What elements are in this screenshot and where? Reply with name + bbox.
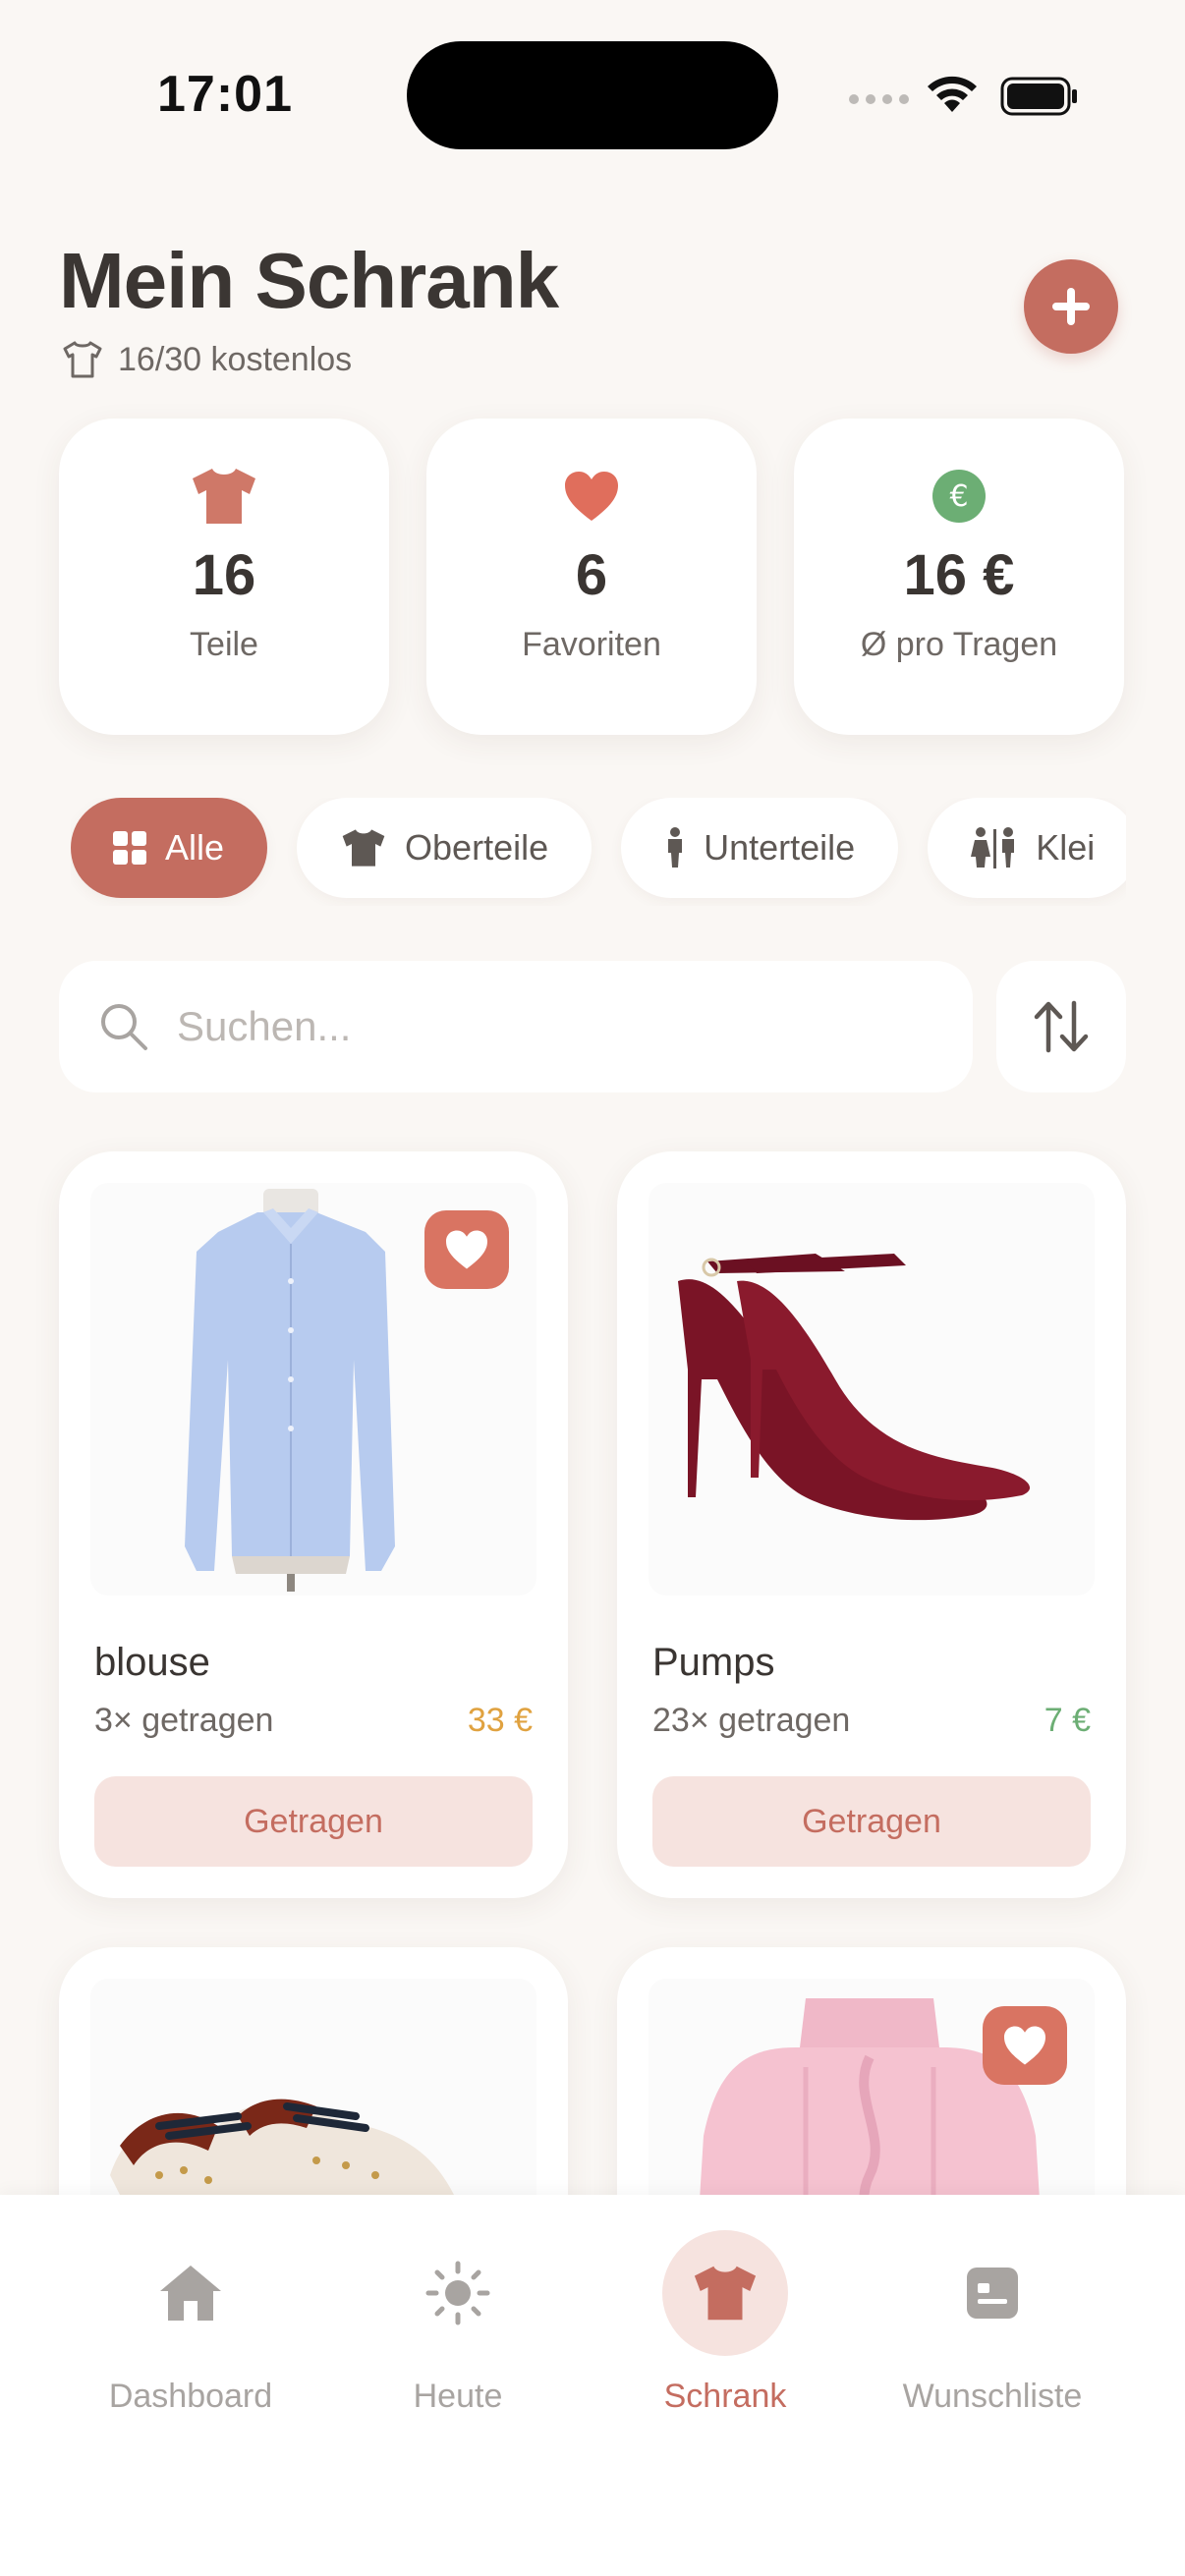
filter-chip-label: Alle	[165, 827, 225, 868]
shirt-icon	[694, 2266, 757, 2321]
shirt-outline-icon	[63, 341, 102, 378]
item-name: blouse	[94, 1641, 210, 1684]
tab-label: Wunschliste	[902, 2378, 1083, 2415]
page-title: Mein Schrank	[59, 237, 559, 324]
person-icon	[668, 827, 683, 868]
stat-card-cost-per-wear: € 16 € Ø pro Tragen	[794, 419, 1124, 735]
wifi-icon	[928, 76, 977, 112]
search-input[interactable]: Suchen...	[59, 961, 973, 1092]
tab-label: Schrank	[663, 2378, 787, 2415]
wear-count: 3× getragen	[94, 1702, 274, 1739]
tab-icon-container	[395, 2230, 521, 2356]
stat-card-items: 16 Teile	[59, 419, 389, 735]
item-name: Pumps	[652, 1641, 775, 1684]
stat-label: Favoriten	[522, 626, 661, 663]
plus-icon	[1052, 288, 1090, 325]
grid-icon	[113, 831, 146, 865]
sun-icon	[425, 2261, 490, 2325]
list-icon	[967, 2268, 1018, 2319]
tab-label: Dashboard	[108, 2378, 273, 2415]
heart-icon	[1004, 2026, 1045, 2065]
stats-row: 16 Teile 6 Favoriten € 16 € Ø pro Tragen	[59, 419, 1126, 735]
search-placeholder: Suchen...	[177, 1003, 352, 1049]
quota-text: 16/30 kostenlos	[118, 340, 353, 378]
tab-label: Heute	[413, 2378, 503, 2415]
stat-value: 16	[192, 543, 256, 607]
home-icon	[160, 2266, 221, 2321]
favorite-badge[interactable]	[983, 2006, 1067, 2085]
item-card[interactable]: blouse 3× getragen 33 € Getragen	[59, 1151, 568, 1898]
wardrobe-quota: 16/30 kostenlos	[61, 340, 352, 379]
search-icon	[101, 1004, 147, 1050]
euro-icon: €	[932, 470, 986, 523]
stat-value: 6	[575, 543, 608, 607]
heart-icon	[446, 1230, 487, 1269]
cost-per-wear: 7 €	[1044, 1702, 1091, 1739]
wear-count: 23× getragen	[652, 1702, 851, 1739]
filter-chip-dresses[interactable]: Klei	[928, 798, 1126, 898]
shirt-icon	[342, 829, 385, 867]
shirt-icon	[193, 469, 255, 524]
filter-chip-label: Oberteile	[405, 827, 549, 868]
tab-dashboard[interactable]: Dashboard	[63, 2230, 318, 2416]
status-bar: 17:01	[0, 0, 1185, 187]
stat-value: 16 €	[903, 543, 1015, 607]
add-item-button[interactable]	[1024, 259, 1118, 354]
filter-chip-bottoms[interactable]: Unterteile	[621, 798, 899, 898]
filter-chip-label: Klei	[1036, 827, 1096, 868]
sort-arrows-icon	[1034, 1000, 1089, 1053]
heart-icon	[565, 472, 618, 521]
mark-worn-button[interactable]: Getragen	[94, 1776, 533, 1867]
filter-chip-tops[interactable]: Oberteile	[297, 798, 592, 898]
filter-chip-label: Unterteile	[704, 827, 856, 868]
tab-icon-container	[930, 2230, 1055, 2356]
tab-wardrobe[interactable]: Schrank	[597, 2230, 853, 2416]
stat-label: Teile	[190, 626, 258, 663]
status-time: 17:01	[157, 66, 293, 123]
category-filters: Alle Oberteile Unterteile Klei	[71, 798, 1126, 906]
battery-icon	[1000, 77, 1077, 116]
item-image-pumps	[649, 1183, 1095, 1596]
stat-label: Ø pro Tragen	[860, 626, 1058, 663]
tab-today[interactable]: Heute	[330, 2230, 586, 2416]
stat-card-favorites: 6 Favoriten	[426, 419, 757, 735]
tab-wishlist[interactable]: Wunschliste	[865, 2230, 1120, 2416]
cost-per-wear: 33 €	[467, 1702, 533, 1739]
filter-chip-all[interactable]: Alle	[71, 798, 268, 898]
item-card[interactable]: Pumps 23× getragen 7 € Getragen	[617, 1151, 1126, 1898]
tab-icon-container	[128, 2230, 254, 2356]
dynamic-island	[407, 41, 778, 149]
tab-bar: Dashboard Heute Schrank Wunschliste	[0, 2195, 1185, 2576]
signal-icon	[849, 94, 909, 104]
tab-icon-container	[662, 2230, 788, 2356]
mark-worn-button[interactable]: Getragen	[652, 1776, 1091, 1867]
people-icon	[971, 827, 1015, 868]
favorite-badge[interactable]	[424, 1210, 509, 1289]
item-meta: 3× getragen 33 €	[94, 1702, 533, 1740]
sort-button[interactable]	[996, 961, 1126, 1092]
svg-text:€: €	[949, 479, 968, 514]
item-meta: 23× getragen 7 €	[652, 1702, 1091, 1740]
